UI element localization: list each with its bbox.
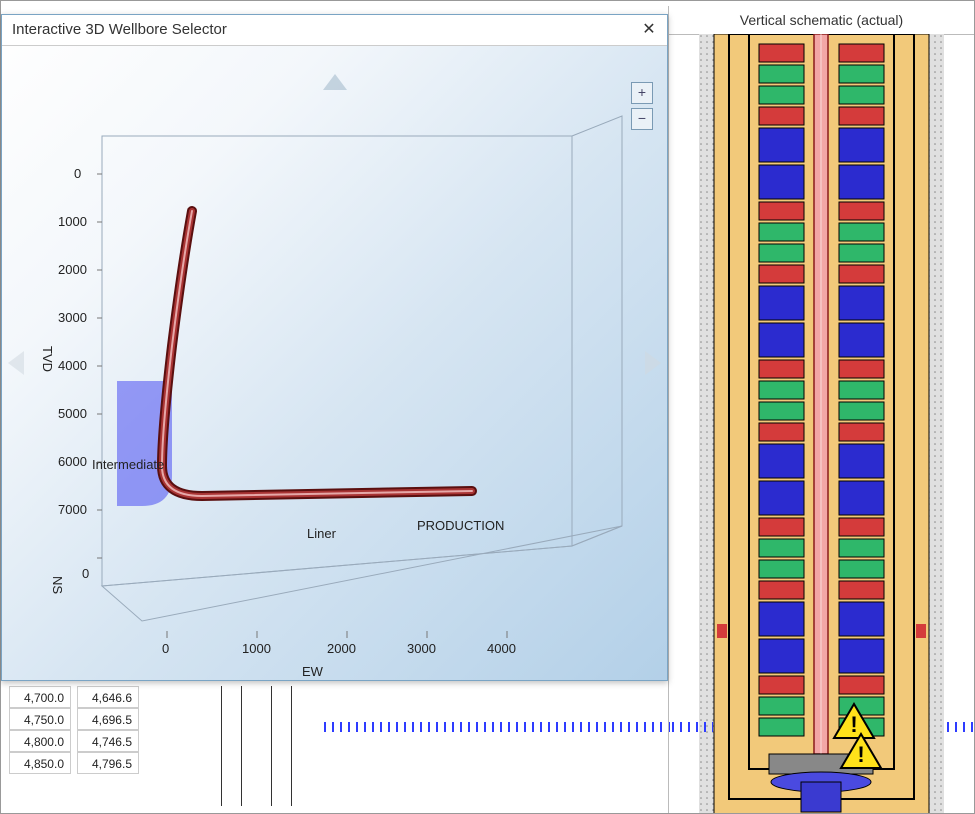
table-row: 4,850.0 4,796.5: [9, 752, 145, 774]
table-row: 4,700.0 4,646.6: [9, 686, 145, 708]
ew-tick: 4000: [487, 641, 516, 656]
md-cell: 4,850.0: [9, 752, 71, 774]
left-area: 4,700.04,646.6 4,750.04,696.5 4,800.04,7…: [1, 6, 671, 813]
table-row: 4,750.0 4,696.5: [9, 708, 145, 730]
vertical-schematic[interactable]: ! !: [669, 34, 974, 813]
fluid-level-marker: [321, 722, 671, 732]
table-row: 4,800.0 4,746.5: [9, 730, 145, 752]
tvd-axis-label: TVD: [40, 346, 55, 372]
ew-tick: 1000: [242, 641, 271, 656]
tvd-tick: 3000: [58, 310, 87, 325]
ew-tick: 3000: [407, 641, 436, 656]
tvd-tick: 7000: [58, 502, 87, 517]
ew-tick: 2000: [327, 641, 356, 656]
ns-axis-label: NS: [50, 576, 65, 594]
right-panel: Vertical schematic (actual): [668, 6, 974, 813]
depth-table: 4,700.04,646.6 4,750.04,696.5 4,800.04,7…: [9, 686, 145, 774]
md-cell: 4,700.0: [9, 686, 71, 708]
svg-text:!: !: [857, 742, 864, 767]
tvd-tick: 6000: [58, 454, 87, 469]
section-label-intermediate: Intermediate: [92, 457, 164, 472]
tvd-tick: 4000: [58, 358, 87, 373]
wellbore-selector-dialog: Interactive 3D Wellbore Selector ✕ + −: [1, 14, 668, 681]
app-root: 4,700.04,646.6 4,750.04,696.5 4,800.04,7…: [0, 0, 975, 814]
log-track-lines: [211, 686, 331, 806]
fluid-level-marker-left: [669, 722, 713, 732]
right-panel-title: Vertical schematic (actual): [669, 6, 974, 35]
tvd-tick: 5000: [58, 406, 87, 421]
viewer-3d[interactable]: + −: [2, 46, 667, 680]
tvd-tick: 1000: [58, 214, 87, 229]
tvd-cell: 4,696.5: [77, 708, 139, 730]
tvd-tick: 2000: [58, 262, 87, 277]
svg-text:!: !: [850, 712, 857, 737]
ew-tick: 0: [162, 641, 169, 656]
scene-svg: [2, 46, 667, 680]
close-icon: ✕: [642, 21, 655, 38]
section-label-liner: Liner: [307, 526, 336, 541]
md-cell: 4,750.0: [9, 708, 71, 730]
dialog-titlebar[interactable]: Interactive 3D Wellbore Selector ✕: [2, 15, 667, 46]
schematic-svg: ! !: [669, 34, 974, 813]
tvd-cell: 4,746.5: [77, 730, 139, 752]
tvd-cell: 4,796.5: [77, 752, 139, 774]
ew-axis-label: EW: [302, 664, 323, 679]
tvd-cell: 4,646.6: [77, 686, 139, 708]
section-label-production: PRODUCTION: [417, 518, 504, 533]
tvd-tick: 0: [74, 166, 81, 181]
ns-tick: 0: [82, 566, 89, 581]
close-button[interactable]: ✕: [637, 18, 661, 42]
md-cell: 4,800.0: [9, 730, 71, 752]
dialog-title: Interactive 3D Wellbore Selector: [12, 21, 227, 38]
fluid-level-marker-right: [944, 722, 974, 732]
